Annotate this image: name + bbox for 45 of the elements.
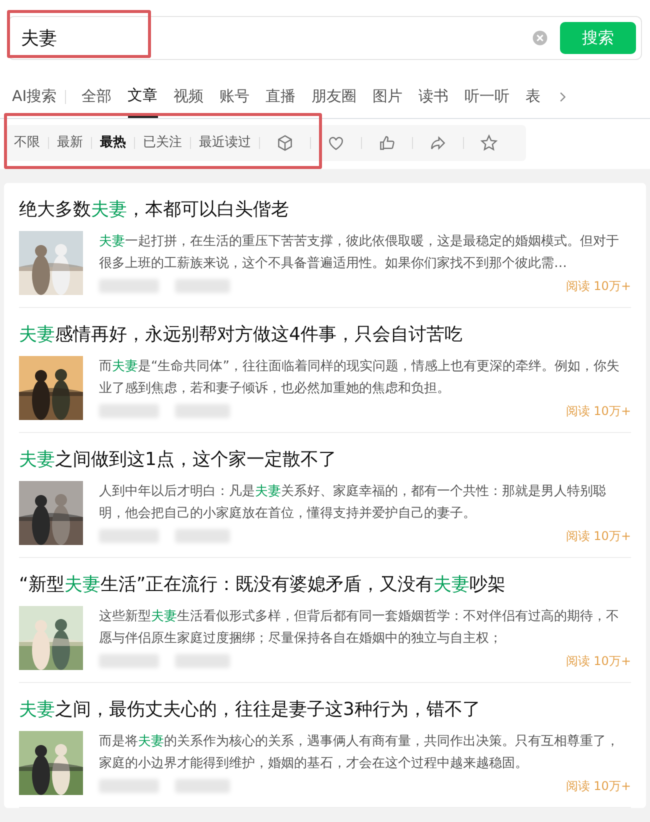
article-title[interactable]: 夫妻感情再好，永远别帮对方做这4件事，只会自讨苦吃 [19, 322, 631, 348]
blurred-text [99, 654, 159, 668]
cube-icon[interactable] [276, 134, 294, 152]
article-summary: 人到中年以后才明白：凡是夫妻关系好、家庭幸福的，都有一个共性：那就是男人特别聪明，他会把自己的小家庭放在首位，懂得支持并爱护自己的妻子。 [99, 482, 607, 522]
blurred-text [175, 404, 230, 418]
article-title[interactable]: 夫妻之间，最伤丈夫心的，往往是妻子这3种行为，错不了 [19, 696, 631, 722]
tab[interactable]: 文章 [128, 76, 158, 118]
article-title[interactable]: 夫妻之间做到这1点，这个家一定散不了 [19, 446, 631, 472]
tab[interactable]: 读书 [418, 77, 449, 116]
tab[interactable]: AI搜索 [12, 77, 57, 116]
blurred-text [99, 278, 159, 292]
tab[interactable]: 表 [526, 77, 541, 116]
tab[interactable]: 听一听 [464, 77, 510, 116]
blurred-text [175, 654, 230, 668]
article-summary: 夫妻一起打拼，在生活的重压下苦苦支撑，彼此依偎取暖，这是最稳定的婚姻模式。但对于很多上班的工薪族来说，这个不具备普遍适用性。如果你们家找不到那个彼此需… [99, 232, 620, 272]
blurred-text [99, 528, 159, 542]
read-count: 阅读 10万+ [566, 652, 631, 670]
blurred-text [99, 404, 159, 418]
article-summary: 而夫妻是“生命共同体”，往往面临着同样的现实问题，情感上也有更深的牵绊。例如，你失业了感到焦虑，若和妻子倾诉，也必然加重她的焦虑和负担。 [99, 358, 620, 398]
tab[interactable]: 朋友圈 [312, 77, 357, 116]
filter-option[interactable]: 不限 [14, 132, 40, 152]
blurred-text [99, 778, 159, 792]
filter-option[interactable]: 最热 [100, 132, 126, 152]
share-icon[interactable] [429, 134, 447, 152]
read-count: 阅读 10万+ [566, 778, 631, 794]
tab[interactable]: 图片 [372, 77, 403, 116]
blurred-text [175, 778, 230, 792]
thumbs-up-icon[interactable] [378, 134, 396, 152]
article-summary: 而是将夫妻的关系作为核心的关系，遇事俩人有商有量，共同作出决策。只有互相尊重了，家庭的小边界才能得到维护，婚姻的基石，才会在这个过程中越来越稳固。 [99, 732, 620, 772]
filter-option[interactable]: 最新 [57, 132, 83, 152]
filter-option[interactable]: 最近读过 [199, 132, 251, 152]
tab[interactable]: 全部 [82, 77, 112, 116]
tab[interactable]: 账号 [220, 77, 250, 116]
read-count: 阅读 10万+ [566, 402, 631, 420]
filter-option[interactable]: 已关注 [143, 132, 182, 152]
star-icon[interactable] [480, 134, 498, 152]
article-title[interactable]: 绝大多数夫妻，本都可以白头偕老 [19, 196, 631, 222]
article-summary: 这些新型夫妻生活看似形式多样，但背后都有同一套婚姻哲学：不对伴侣有过高的期待，不愿与伴侣原生家庭过度捆绑；尽量保持各自在婚姻中的独立与自主权； [99, 608, 620, 648]
tab[interactable]: 视频 [174, 77, 204, 116]
read-count: 阅读 10万+ [566, 278, 631, 294]
article-title[interactable]: “新型夫妻生活”正在流行：既没有婆媳矛盾，又没有夫妻吵架 [19, 572, 631, 598]
blurred-text [175, 278, 230, 292]
blurred-text [175, 528, 230, 542]
read-count: 阅读 10万+ [566, 528, 631, 544]
tab[interactable]: 直播 [266, 77, 296, 116]
